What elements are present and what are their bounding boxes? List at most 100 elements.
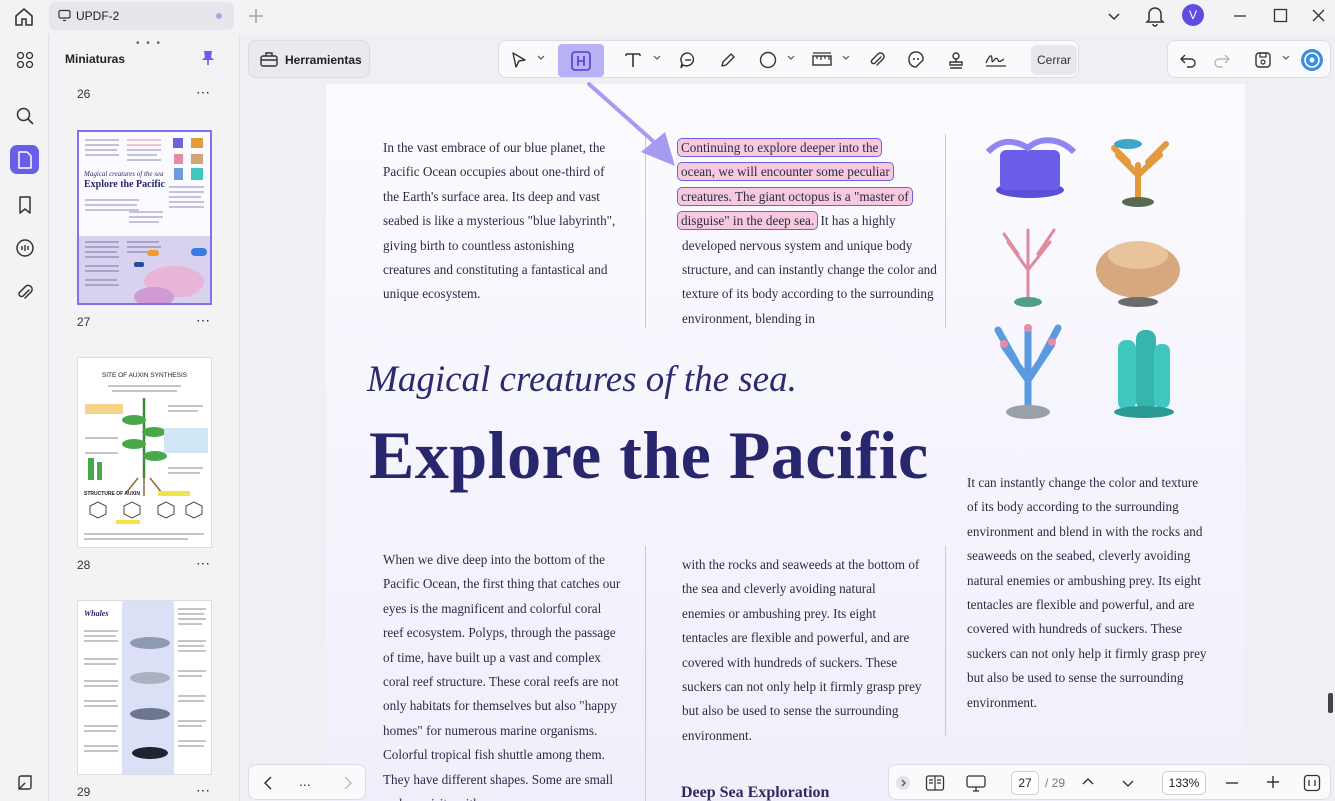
zoom-out-icon[interactable] [1225, 776, 1239, 790]
tools-button[interactable]: Herramientas [248, 40, 370, 78]
shape-circle-icon[interactable] [756, 48, 780, 72]
octopus-paragraph[interactable]: Continuing to explore deeper into the oc… [676, 136, 938, 331]
bell-icon[interactable] [1145, 5, 1165, 27]
chevron-down-icon[interactable] [842, 54, 850, 62]
highlight-annotation[interactable]: Continuing to explore deeper into the [676, 138, 883, 157]
panel-title: Miniaturas [65, 52, 126, 66]
search-icon[interactable] [10, 101, 39, 130]
highlight-annotation[interactable]: ocean, we will encounter some peculiar [677, 162, 894, 182]
thumbnail-title: Explore the Pacific [84, 179, 165, 190]
column-divider [945, 134, 946, 328]
coral-illustrations [985, 137, 1180, 419]
coral-reef-paragraph[interactable]: When we dive deep into the bottom of the… [383, 548, 623, 801]
stamp-icon[interactable] [944, 48, 968, 72]
pencil-icon[interactable] [716, 48, 740, 72]
sticker-icon[interactable] [904, 48, 928, 72]
prev-page-icon[interactable] [261, 775, 275, 791]
page-thumbnail[interactable]: Magical creatures of the sea Explore the… [77, 130, 212, 305]
user-avatar[interactable]: V [1182, 4, 1204, 26]
teal-tube-coral-icon [1114, 330, 1174, 418]
page-subtitle[interactable]: Magical creatures of the sea. [367, 358, 797, 401]
page-title[interactable]: Explore the Pacific [369, 416, 929, 495]
chevron-down-icon[interactable] [1282, 54, 1290, 62]
page-layout-icon[interactable] [925, 774, 945, 792]
save-icon[interactable] [1251, 48, 1275, 72]
highlight-annotation[interactable]: creatures. The giant octopus is a "maste… [677, 186, 913, 206]
chevron-up-icon[interactable] [1081, 775, 1095, 789]
brown-coral-icon [1096, 241, 1180, 307]
tab-title: UPDF-2 [76, 9, 120, 23]
highlight-annotation[interactable]: disguise" in the deep sea. [676, 211, 819, 231]
select-arrow-icon[interactable] [507, 48, 531, 72]
column-divider [945, 546, 946, 736]
layers-icon[interactable] [10, 768, 39, 797]
tentacles-paragraph[interactable]: It can instantly change the color and te… [967, 471, 1207, 715]
new-tab-plus-icon[interactable] [246, 6, 266, 26]
page-thumbnail[interactable]: SITE OF AUXIN SYNTHESIS STRUCTURE OF AUX… [77, 357, 212, 548]
chevron-down-icon[interactable] [653, 54, 661, 62]
thumbnail-title: Whales [84, 609, 109, 618]
column-divider [645, 546, 646, 801]
chevron-down-icon[interactable] [537, 54, 545, 62]
organize-grid-icon[interactable] [10, 45, 39, 74]
page-more-icon[interactable]: ⋯ [196, 84, 211, 101]
attachment-icon[interactable] [10, 277, 39, 306]
current-page-input[interactable]: 27 [1011, 771, 1039, 795]
pink-coral-icon [1002, 228, 1056, 307]
comment-bubble-icon[interactable] [676, 48, 700, 72]
zoom-in-icon[interactable] [1266, 775, 1280, 789]
bookmark-icon[interactable] [10, 190, 39, 219]
section-heading[interactable]: Deep Sea Exploration [681, 784, 829, 801]
home-icon[interactable] [12, 5, 36, 29]
tab-monitor-icon [58, 9, 71, 22]
document-tab[interactable]: UPDF-2 [49, 2, 234, 30]
close-window-icon[interactable] [1311, 8, 1326, 23]
panel-resize-grip-icon[interactable]: • • • [136, 38, 162, 49]
more-pages-icon[interactable]: ... [299, 773, 311, 789]
orange-coral-icon [1111, 139, 1169, 207]
presentation-icon[interactable] [965, 774, 987, 792]
minimize-icon[interactable] [1233, 14, 1247, 18]
chevron-down-icon[interactable] [1121, 776, 1135, 790]
unsaved-dot-icon [216, 13, 222, 19]
chevron-down-icon[interactable] [787, 54, 795, 62]
signature-icon[interactable] [984, 48, 1008, 72]
close-tools-button[interactable]: Cerrar [1031, 45, 1077, 75]
tools-label: Herramientas [285, 53, 362, 67]
page-thumbnail[interactable]: Whales [77, 600, 212, 775]
chevron-down-icon[interactable] [1106, 8, 1122, 24]
text-tool-icon[interactable] [621, 48, 645, 72]
attach-file-icon[interactable] [865, 48, 889, 72]
expand-circle-icon[interactable] [895, 775, 911, 791]
total-pages-label: / 29 [1045, 776, 1066, 790]
page-more-icon[interactable]: ⋯ [196, 782, 211, 799]
comments-icon[interactable] [10, 233, 39, 262]
undo-icon[interactable] [1176, 48, 1200, 72]
page-more-icon[interactable]: ⋯ [196, 312, 211, 329]
title-bar: UPDF-2 V [0, 0, 1335, 34]
zoom-bar: 27 / 29 133% [888, 764, 1331, 800]
zoom-level-input[interactable]: 133% [1162, 771, 1206, 795]
camouflage-paragraph[interactable]: with the rocks and seaweeds at the botto… [682, 553, 922, 748]
redo-icon[interactable] [1210, 48, 1234, 72]
toolbox-icon [259, 50, 279, 68]
thumbnails-panel: • • • Miniaturas 26 ⋯ Magical creatures … [50, 34, 240, 801]
purple-anemone-icon [985, 137, 1077, 198]
ruler-measure-icon[interactable] [810, 48, 834, 72]
next-page-icon[interactable] [341, 775, 355, 791]
highlight-tool-button[interactable] [558, 44, 604, 77]
maximize-icon[interactable] [1273, 8, 1288, 23]
fit-page-icon[interactable] [1303, 774, 1321, 792]
vertical-scrollbar[interactable] [1328, 693, 1333, 713]
highlight-icon [571, 50, 591, 71]
thumbnail-subtitle: Magical creatures of the sea [84, 170, 164, 178]
page-number-label: 27 [77, 315, 91, 329]
pointer-arrow-icon [587, 82, 675, 166]
ai-assistant-icon[interactable] [1300, 48, 1324, 72]
document-view: In the vast embrace of our blue planet, … [241, 80, 1335, 801]
left-icon-rail [0, 34, 49, 801]
pdf-page[interactable]: In the vast embrace of our blue planet, … [326, 84, 1245, 801]
pin-icon[interactable] [201, 50, 215, 66]
page-more-icon[interactable]: ⋯ [196, 555, 211, 572]
thumbnails-page-icon[interactable] [10, 145, 39, 174]
